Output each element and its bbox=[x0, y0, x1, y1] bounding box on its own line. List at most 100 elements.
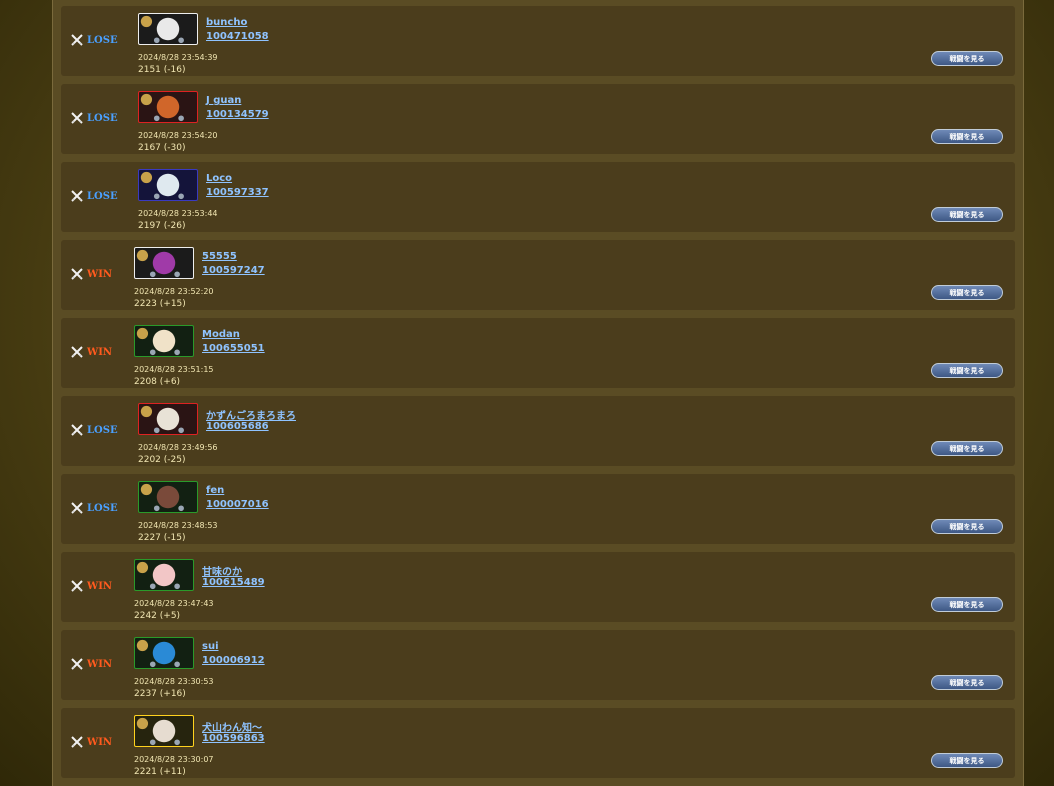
rating-change: 2223 (+15) bbox=[134, 299, 186, 309]
battle-row: WIN 犬山わん知～ 100596863 2024/8/28 23:30:07 … bbox=[61, 708, 1015, 778]
crossed-swords-icon bbox=[71, 346, 83, 358]
character-portrait-icon bbox=[140, 483, 184, 512]
character-portrait-icon bbox=[136, 561, 180, 590]
result-label: WIN bbox=[87, 658, 113, 670]
opponent-id-link[interactable]: 100605686 bbox=[206, 421, 269, 432]
view-battle-button[interactable]: 戦闘を見る bbox=[931, 207, 1003, 222]
result-badge: LOSE bbox=[71, 501, 118, 515]
opponent-avatar[interactable] bbox=[138, 13, 198, 45]
character-portrait-icon bbox=[136, 717, 180, 746]
result-badge: LOSE bbox=[71, 189, 118, 203]
crossed-swords-icon bbox=[71, 736, 83, 748]
result-badge: WIN bbox=[71, 267, 112, 281]
view-battle-button[interactable]: 戦闘を見る bbox=[931, 441, 1003, 456]
battle-datetime: 2024/8/28 23:49:56 bbox=[138, 443, 218, 452]
opponent-name-link[interactable]: 55555 bbox=[202, 251, 237, 262]
result-badge: WIN bbox=[71, 345, 112, 359]
crossed-swords-icon bbox=[71, 658, 83, 670]
battle-row: LOSE かずんごろまろまろ 100605686 2024/8/28 23:49… bbox=[61, 396, 1015, 466]
rating-change: 2242 (+5) bbox=[134, 611, 181, 621]
opponent-avatar[interactable] bbox=[134, 715, 194, 747]
opponent-name-link[interactable]: かずんごろまろまろ bbox=[206, 407, 296, 422]
opponent-name-link[interactable]: 犬山わん知～ bbox=[202, 719, 262, 734]
battle-datetime: 2024/8/28 23:53:44 bbox=[138, 209, 218, 218]
opponent-id-link[interactable]: 100007016 bbox=[206, 499, 269, 510]
crossed-swords-icon bbox=[71, 268, 83, 280]
crossed-swords-icon bbox=[71, 34, 83, 46]
opponent-id-link[interactable]: 100134579 bbox=[206, 109, 269, 120]
view-battle-button[interactable]: 戦闘を見る bbox=[931, 675, 1003, 690]
opponent-id-link[interactable]: 100596863 bbox=[202, 733, 265, 744]
opponent-name-link[interactable]: 甘味のか bbox=[202, 563, 242, 578]
rating-change: 2208 (+6) bbox=[134, 377, 181, 387]
character-portrait-icon bbox=[140, 171, 184, 200]
result-badge: LOSE bbox=[71, 33, 118, 47]
result-label: WIN bbox=[87, 580, 113, 592]
opponent-avatar[interactable] bbox=[134, 325, 194, 357]
crossed-swords-icon bbox=[71, 580, 83, 592]
result-label: WIN bbox=[87, 736, 113, 748]
battle-datetime: 2024/8/28 23:54:39 bbox=[138, 53, 218, 62]
result-badge: WIN bbox=[71, 735, 112, 749]
battle-datetime: 2024/8/28 23:52:20 bbox=[134, 287, 214, 296]
character-portrait-icon bbox=[136, 249, 180, 278]
opponent-avatar[interactable] bbox=[134, 637, 194, 669]
opponent-id-link[interactable]: 100597337 bbox=[206, 187, 269, 198]
result-label: WIN bbox=[87, 346, 113, 358]
rating-change: 2227 (-15) bbox=[138, 533, 186, 543]
view-battle-button[interactable]: 戦闘を見る bbox=[931, 597, 1003, 612]
opponent-name-link[interactable]: fen bbox=[206, 485, 224, 496]
character-portrait-icon bbox=[140, 93, 184, 122]
opponent-name-link[interactable]: Loco bbox=[206, 173, 232, 184]
opponent-avatar[interactable] bbox=[138, 403, 198, 435]
result-label: LOSE bbox=[87, 424, 118, 436]
opponent-avatar[interactable] bbox=[138, 169, 198, 201]
opponent-id-link[interactable]: 100655051 bbox=[202, 343, 265, 354]
view-battle-button[interactable]: 戦闘を見る bbox=[931, 129, 1003, 144]
opponent-id-link[interactable]: 100471058 bbox=[206, 31, 269, 42]
character-portrait-icon bbox=[136, 327, 180, 356]
result-label: LOSE bbox=[87, 34, 118, 46]
view-battle-button[interactable]: 戦闘を見る bbox=[931, 753, 1003, 768]
battle-datetime: 2024/8/28 23:30:07 bbox=[134, 755, 214, 764]
opponent-name-link[interactable]: buncho bbox=[206, 17, 247, 28]
crossed-swords-icon bbox=[71, 502, 83, 514]
opponent-avatar[interactable] bbox=[138, 91, 198, 123]
view-battle-button[interactable]: 戦闘を見る bbox=[931, 519, 1003, 534]
result-badge: WIN bbox=[71, 657, 112, 671]
opponent-id-link[interactable]: 100597247 bbox=[202, 265, 265, 276]
view-battle-button[interactable]: 戦闘を見る bbox=[931, 363, 1003, 378]
battle-row: LOSE J guan 100134579 2024/8/28 23:54:20… bbox=[61, 84, 1015, 154]
character-portrait-icon bbox=[140, 405, 184, 434]
battle-datetime: 2024/8/28 23:54:20 bbox=[138, 131, 218, 140]
battle-row: LOSE buncho 100471058 2024/8/28 23:54:39… bbox=[61, 6, 1015, 76]
opponent-id-link[interactable]: 100615489 bbox=[202, 577, 265, 588]
rating-change: 2221 (+11) bbox=[134, 767, 186, 777]
battle-datetime: 2024/8/28 23:48:53 bbox=[138, 521, 218, 530]
crossed-swords-icon bbox=[71, 424, 83, 436]
battle-datetime: 2024/8/28 23:47:43 bbox=[134, 599, 214, 608]
result-label: LOSE bbox=[87, 112, 118, 124]
battle-datetime: 2024/8/28 23:30:53 bbox=[134, 677, 214, 686]
character-portrait-icon bbox=[140, 15, 184, 44]
result-badge: LOSE bbox=[71, 111, 118, 125]
crossed-swords-icon bbox=[71, 112, 83, 124]
battle-history-panel: LOSE buncho 100471058 2024/8/28 23:54:39… bbox=[52, 0, 1024, 786]
rating-change: 2202 (-25) bbox=[138, 455, 186, 465]
result-label: LOSE bbox=[87, 502, 118, 514]
opponent-name-link[interactable]: J guan bbox=[206, 95, 241, 106]
battle-row: LOSE Loco 100597337 2024/8/28 23:53:44 2… bbox=[61, 162, 1015, 232]
opponent-avatar[interactable] bbox=[134, 559, 194, 591]
view-battle-button[interactable]: 戦闘を見る bbox=[931, 51, 1003, 66]
result-badge: WIN bbox=[71, 579, 112, 593]
opponent-avatar[interactable] bbox=[138, 481, 198, 513]
battle-datetime: 2024/8/28 23:51:15 bbox=[134, 365, 214, 374]
opponent-name-link[interactable]: sui bbox=[202, 641, 219, 652]
battle-row: WIN sui 100006912 2024/8/28 23:30:53 223… bbox=[61, 630, 1015, 700]
battle-row: WIN Modan 100655051 2024/8/28 23:51:15 2… bbox=[61, 318, 1015, 388]
view-battle-button[interactable]: 戦闘を見る bbox=[931, 285, 1003, 300]
opponent-id-link[interactable]: 100006912 bbox=[202, 655, 265, 666]
opponent-name-link[interactable]: Modan bbox=[202, 329, 240, 340]
rating-change: 2167 (-30) bbox=[138, 143, 186, 153]
opponent-avatar[interactable] bbox=[134, 247, 194, 279]
